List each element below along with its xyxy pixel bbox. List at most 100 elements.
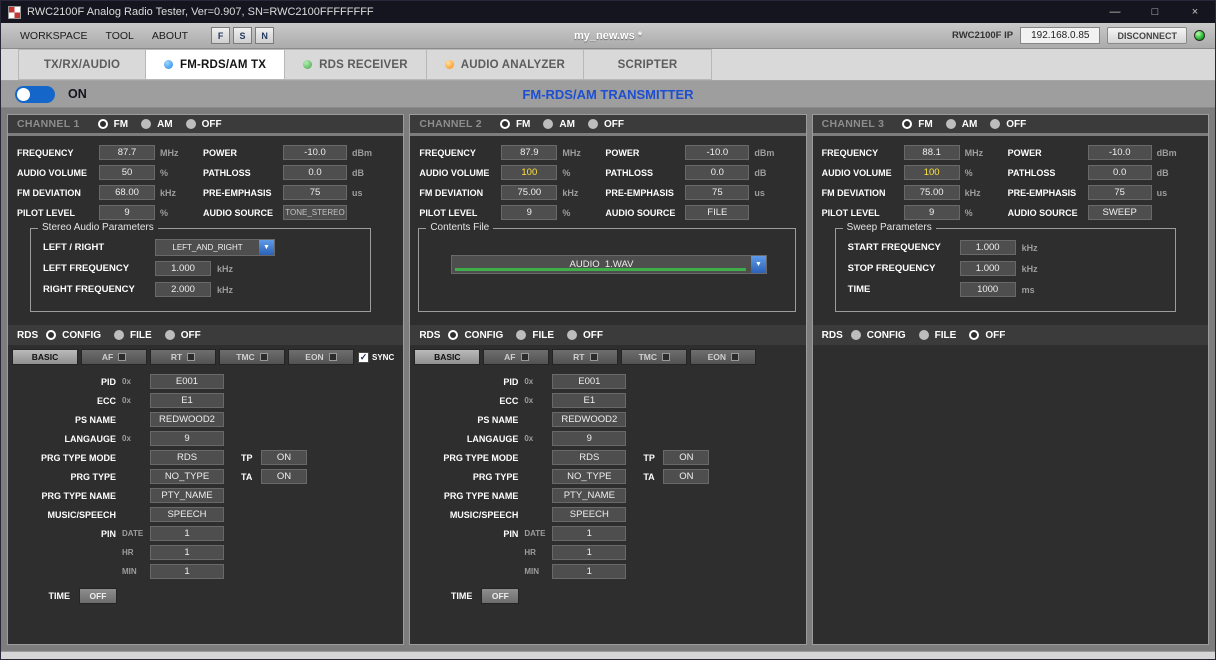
contents-file-dropdown[interactable]: AUDIO_1.WAV ▼ bbox=[451, 255, 767, 274]
rds-off-radio[interactable] bbox=[969, 330, 979, 340]
af-checkbox[interactable] bbox=[118, 353, 126, 361]
sync-checkbox[interactable]: ✓ bbox=[358, 352, 369, 363]
basic-button[interactable]: BASIC bbox=[12, 349, 78, 365]
fm-radio[interactable] bbox=[500, 119, 510, 129]
close-icon[interactable]: × bbox=[1175, 1, 1215, 23]
transmitter-on-toggle[interactable] bbox=[15, 86, 55, 103]
pre-emphasis-field[interactable]: 75 bbox=[685, 185, 749, 200]
pre-emphasis-field[interactable]: 75 bbox=[1088, 185, 1152, 200]
menu-tool[interactable]: TOOL bbox=[96, 30, 142, 42]
music-speech-field[interactable]: SPEECH bbox=[150, 507, 224, 522]
am-radio[interactable] bbox=[543, 119, 553, 129]
language-field[interactable]: 9 bbox=[150, 431, 224, 446]
rds-file-radio[interactable] bbox=[919, 330, 929, 340]
tp-field[interactable]: ON bbox=[663, 450, 709, 465]
rds-file-radio[interactable] bbox=[114, 330, 124, 340]
right-frequency-field[interactable]: 2.000 bbox=[155, 282, 211, 297]
power-field[interactable]: -10.0 bbox=[1088, 145, 1152, 160]
start-frequency-field[interactable]: 1.000 bbox=[960, 240, 1016, 255]
music-speech-field[interactable]: SPEECH bbox=[552, 507, 626, 522]
tmc-checkbox[interactable] bbox=[260, 353, 268, 361]
pin-date-field[interactable]: 1 bbox=[150, 526, 224, 541]
tp-field[interactable]: ON bbox=[261, 450, 307, 465]
ps-name-field[interactable]: REDWOOD2 bbox=[552, 412, 626, 427]
fm-deviation-field[interactable]: 75.00 bbox=[501, 185, 557, 200]
tmc-button[interactable]: TMC bbox=[219, 349, 285, 365]
pre-emphasis-field[interactable]: 75 bbox=[283, 185, 347, 200]
frequency-field[interactable]: 87.9 bbox=[501, 145, 557, 160]
tab-tx-rx-audio[interactable]: TX/RX/AUDIO bbox=[18, 49, 146, 80]
ta-field[interactable]: ON bbox=[663, 469, 709, 484]
rds-config-radio[interactable] bbox=[448, 330, 458, 340]
basic-button[interactable]: BASIC bbox=[414, 349, 480, 365]
prg-type-mode-field[interactable]: RDS bbox=[552, 450, 626, 465]
tab-scripter[interactable]: SCRIPTER bbox=[584, 49, 712, 80]
pilot-level-field[interactable]: 9 bbox=[99, 205, 155, 220]
rds-off-radio[interactable] bbox=[567, 330, 577, 340]
ecc-field[interactable]: E1 bbox=[552, 393, 626, 408]
fm-radio[interactable] bbox=[902, 119, 912, 129]
fm-deviation-field[interactable]: 75.00 bbox=[904, 185, 960, 200]
time-toggle-button[interactable]: OFF bbox=[481, 588, 519, 604]
fm-radio[interactable] bbox=[98, 119, 108, 129]
rt-button[interactable]: RT bbox=[150, 349, 216, 365]
audio-volume-field[interactable]: 100 bbox=[501, 165, 557, 180]
prg-type-mode-field[interactable]: RDS bbox=[150, 450, 224, 465]
rt-checkbox[interactable] bbox=[187, 353, 195, 361]
audio-source-field[interactable]: SWEEP bbox=[1088, 205, 1152, 220]
audio-source-field[interactable]: FILE bbox=[685, 205, 749, 220]
power-field[interactable]: -10.0 bbox=[685, 145, 749, 160]
pathloss-field[interactable]: 0.0 bbox=[685, 165, 749, 180]
minimize-icon[interactable]: — bbox=[1095, 1, 1135, 23]
frequency-field[interactable]: 88.1 bbox=[904, 145, 960, 160]
tab-audio-analyzer[interactable]: AUDIO ANALYZER bbox=[427, 49, 584, 80]
off-radio[interactable] bbox=[588, 119, 598, 129]
maximize-icon[interactable]: □ bbox=[1135, 1, 1175, 23]
off-radio[interactable] bbox=[186, 119, 196, 129]
tab-rds-receiver[interactable]: RDS RECEIVER bbox=[285, 49, 427, 80]
language-field[interactable]: 9 bbox=[552, 431, 626, 446]
prg-type-name-field[interactable]: PTY_NAME bbox=[150, 488, 224, 503]
pin-min-field[interactable]: 1 bbox=[552, 564, 626, 579]
save-workspace-icon[interactable]: S bbox=[233, 27, 252, 44]
menu-workspace[interactable]: WORKSPACE bbox=[11, 30, 96, 42]
sweep-time-field[interactable]: 1000 bbox=[960, 282, 1016, 297]
tab-fm-rds-am-tx[interactable]: FM-RDS/AM TX bbox=[146, 49, 285, 80]
am-radio[interactable] bbox=[946, 119, 956, 129]
af-button[interactable]: AF bbox=[483, 349, 549, 365]
fm-deviation-field[interactable]: 68.00 bbox=[99, 185, 155, 200]
eon-button[interactable]: EON bbox=[288, 349, 354, 365]
eon-checkbox[interactable] bbox=[731, 353, 739, 361]
power-field[interactable]: -10.0 bbox=[283, 145, 347, 160]
frequency-field[interactable]: 87.7 bbox=[99, 145, 155, 160]
tmc-button[interactable]: TMC bbox=[621, 349, 687, 365]
rds-file-radio[interactable] bbox=[516, 330, 526, 340]
rt-checkbox[interactable] bbox=[590, 353, 598, 361]
am-radio[interactable] bbox=[141, 119, 151, 129]
new-workspace-icon[interactable]: N bbox=[255, 27, 274, 44]
audio-volume-field[interactable]: 50 bbox=[99, 165, 155, 180]
audio-source-field[interactable]: TONE_STEREO bbox=[283, 205, 347, 220]
rt-button[interactable]: RT bbox=[552, 349, 618, 365]
prg-type-field[interactable]: NO_TYPE bbox=[552, 469, 626, 484]
rds-config-radio[interactable] bbox=[46, 330, 56, 340]
pathloss-field[interactable]: 0.0 bbox=[283, 165, 347, 180]
ip-address-field[interactable]: 192.168.0.85 bbox=[1020, 27, 1100, 44]
pilot-level-field[interactable]: 9 bbox=[501, 205, 557, 220]
prg-type-name-field[interactable]: PTY_NAME bbox=[552, 488, 626, 503]
af-button[interactable]: AF bbox=[81, 349, 147, 365]
tmc-checkbox[interactable] bbox=[662, 353, 670, 361]
left-right-dropdown[interactable]: LEFT_AND_RIGHT ▼ bbox=[155, 239, 275, 256]
pilot-level-field[interactable]: 9 bbox=[904, 205, 960, 220]
rds-off-radio[interactable] bbox=[165, 330, 175, 340]
disconnect-button[interactable]: DISCONNECT bbox=[1107, 27, 1187, 44]
ta-field[interactable]: ON bbox=[261, 469, 307, 484]
pin-date-field[interactable]: 1 bbox=[552, 526, 626, 541]
menu-about[interactable]: ABOUT bbox=[143, 30, 197, 42]
time-toggle-button[interactable]: OFF bbox=[79, 588, 117, 604]
af-checkbox[interactable] bbox=[521, 353, 529, 361]
pin-hr-field[interactable]: 1 bbox=[552, 545, 626, 560]
rds-config-radio[interactable] bbox=[851, 330, 861, 340]
prg-type-field[interactable]: NO_TYPE bbox=[150, 469, 224, 484]
off-radio[interactable] bbox=[990, 119, 1000, 129]
